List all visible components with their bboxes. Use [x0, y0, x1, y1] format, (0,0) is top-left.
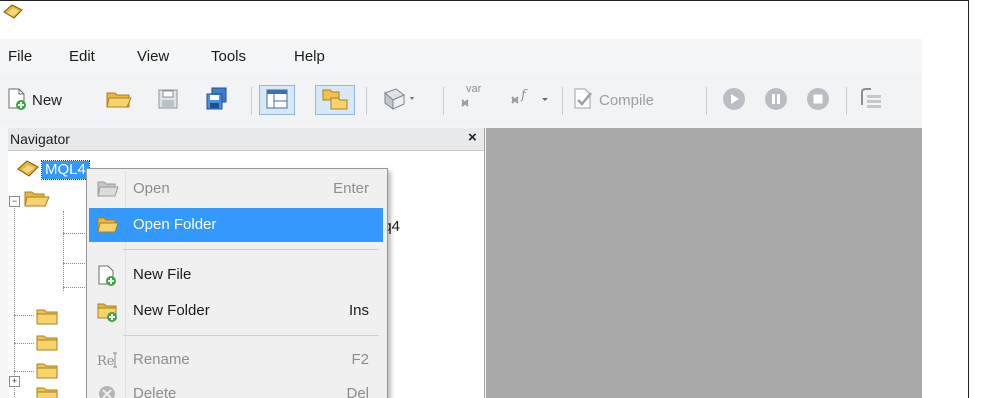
ctx-open-shortcut: Enter: [333, 180, 369, 197]
ctx-delete[interactable]: Delete Del: [89, 377, 383, 398]
folder-icon: [36, 386, 58, 398]
menu-tools[interactable]: Tools: [211, 48, 246, 65]
tree-line: [14, 315, 34, 316]
debug-button[interactable]: [858, 85, 884, 115]
tree-line: [14, 197, 15, 398]
folder-icon: [24, 190, 50, 211]
ctx-new-folder[interactable]: New Folder Ins: [89, 294, 383, 328]
ctx-new-folder-shortcut: Ins: [348, 302, 369, 319]
new-button-label: New: [32, 91, 63, 109]
tree-root-mql4[interactable]: MQL4: [41, 160, 90, 180]
context-menu: Open Enter Open Folder New File New Fold…: [86, 168, 388, 398]
folder-toggle-button[interactable]: [315, 85, 355, 115]
ctx-new-file-label: New File: [133, 266, 192, 283]
save-button[interactable]: [157, 85, 179, 115]
ctx-open-label: Open: [133, 180, 170, 197]
compile-button-label: Compile: [599, 91, 655, 109]
save-icon: [157, 88, 179, 113]
menu-view[interactable]: View: [137, 48, 169, 65]
ctx-open[interactable]: Open Enter: [89, 172, 383, 206]
pause-icon: [764, 87, 788, 114]
ctx-new-file[interactable]: New File: [89, 258, 383, 292]
toolbar-separator: [562, 87, 563, 115]
folder-icon: [36, 334, 58, 355]
menu-bar: File Edit View Tools Help: [0, 39, 922, 73]
open-folder-icon: [105, 88, 133, 113]
navigator-header: Navigator ×: [8, 128, 484, 151]
toolbar-separator: [706, 87, 707, 115]
mql4-root-icon: [16, 159, 40, 179]
navigator-title: Navigator: [10, 131, 70, 147]
open-folder-icon: [97, 215, 119, 235]
stop-button[interactable]: [806, 85, 830, 115]
open-folder-icon: [97, 179, 119, 199]
navigator-toggle-icon: [265, 88, 289, 113]
menu-separator: [123, 335, 379, 336]
stop-icon: [806, 87, 830, 114]
folder-icon: [36, 362, 58, 383]
menu-separator: [123, 249, 379, 250]
new-file-icon: [6, 87, 28, 114]
debug-icon: [858, 87, 884, 114]
pause-button[interactable]: [764, 85, 788, 115]
insert-var-icon: var: [459, 83, 485, 114]
menu-file[interactable]: File: [8, 48, 32, 65]
ctx-rename[interactable]: Re Rename F2: [89, 343, 383, 377]
svg-text:f: f: [520, 88, 528, 103]
editor-area: [486, 128, 922, 398]
ctx-open-folder-label: Open Folder: [133, 216, 217, 233]
navigator-close-button[interactable]: ×: [468, 129, 477, 146]
tree-line: [63, 211, 64, 291]
tree-line: [63, 233, 85, 234]
ctx-delete-label: Delete: [133, 385, 177, 398]
tree-line: [63, 263, 85, 264]
title-bar: [0, 1, 968, 39]
book-icon: [382, 87, 418, 114]
save-all-icon: [204, 87, 230, 114]
toolbar-separator: [846, 87, 847, 115]
ctx-rename-shortcut: F2: [351, 351, 369, 368]
svg-text:Re: Re: [97, 354, 115, 369]
start-button[interactable]: [722, 85, 746, 115]
folder-toggle-icon: [321, 87, 349, 114]
app-window: File Edit View Tools Help New var f Comp…: [0, 0, 969, 398]
compile-icon: [571, 87, 595, 114]
ctx-open-folder[interactable]: Open Folder: [89, 208, 383, 242]
new-button[interactable]: New: [6, 85, 62, 115]
new-folder-icon: [97, 301, 117, 322]
folder-icon: [36, 308, 58, 329]
new-file-icon: [97, 265, 117, 286]
tree-line: [14, 343, 34, 344]
tree-collapse-toggle[interactable]: −: [9, 196, 20, 207]
ctx-delete-shortcut: Del: [346, 385, 369, 398]
compile-button[interactable]: Compile: [571, 85, 654, 115]
play-icon: [722, 87, 746, 114]
tree-expand-toggle[interactable]: +: [9, 376, 20, 387]
insert-function-button[interactable]: f: [509, 85, 553, 115]
ctx-new-folder-label: New Folder: [133, 302, 210, 319]
tree-line: [63, 287, 85, 288]
insert-function-icon: f: [509, 87, 553, 114]
ctx-rename-label: Rename: [133, 351, 190, 368]
save-all-button[interactable]: [204, 85, 230, 115]
toolbar-separator: [366, 87, 367, 115]
open-button[interactable]: [105, 85, 133, 115]
menu-help[interactable]: Help: [294, 48, 325, 65]
toolbar: New var f Compile: [0, 73, 922, 127]
toolbar-separator: [251, 87, 252, 115]
window-edge: [922, 39, 968, 398]
rename-icon: Re: [97, 350, 117, 370]
toolbar-separator: [443, 87, 444, 115]
tree-line: [14, 371, 34, 372]
menu-edit[interactable]: Edit: [69, 48, 95, 65]
app-logo-icon: [2, 3, 24, 21]
book-button[interactable]: [382, 85, 418, 115]
navigator-toggle-button[interactable]: [259, 85, 295, 115]
insert-var-button[interactable]: var: [459, 83, 485, 115]
delete-icon: [97, 384, 117, 398]
